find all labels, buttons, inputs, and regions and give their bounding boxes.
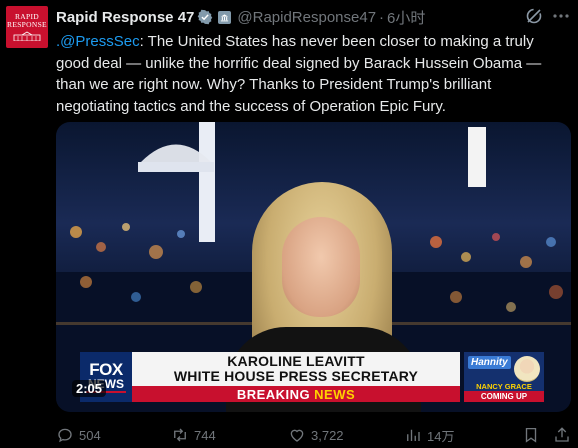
video-player[interactable]: FOX NEWS KAROLINE LEAVITT WHITE HOUSE PR… (56, 122, 571, 412)
more-icon[interactable] (551, 6, 571, 26)
tweet-actions: 504 744 3,722 14万 (56, 424, 571, 446)
news-word: NEWS (314, 386, 356, 402)
repost-button[interactable]: 744 (171, 424, 216, 446)
like-button[interactable]: 3,722 (288, 424, 344, 446)
views-count: 14万 (427, 428, 455, 444)
breaking-news-banner: BREAKING NEWS (132, 386, 460, 402)
views-button[interactable]: 14万 (404, 424, 454, 446)
grok-icon[interactable] (524, 6, 544, 26)
repost-count: 744 (194, 427, 216, 443)
like-icon (290, 429, 304, 442)
video-timestamp: 2:05 (72, 380, 107, 397)
fox-logo-text: FOX (89, 359, 123, 379)
reply-icon (58, 428, 72, 443)
share-button[interactable] (553, 424, 571, 446)
government-affiliation-icon[interactable] (218, 10, 232, 24)
lower-third: FOX NEWS KAROLINE LEAVITT WHITE HOUSE PR… (80, 352, 546, 402)
like-count: 3,722 (311, 427, 344, 443)
avatar[interactable]: RAPID RESPONSE (6, 6, 48, 48)
speaker-title: WHITE HOUSE PRESS SECRETARY (173, 368, 419, 384)
avatar-text-response: RESPONSE (7, 20, 47, 29)
share-icon (555, 427, 569, 442)
reply-button[interactable]: 504 (56, 424, 101, 446)
promo-box: Hannity NANCY GRACE COMING UP (464, 352, 544, 402)
speaker-name: KAROLINE LEAVITT (227, 353, 365, 369)
tweet-header: Rapid Response 47 @RapidResponse47 · 6小时 (56, 6, 578, 28)
separator-dot: · (379, 8, 385, 26)
anchor-face (282, 217, 360, 317)
promo-host: NANCY GRACE (476, 382, 532, 391)
breaking-word: BREAKING (236, 386, 311, 402)
author-handle[interactable]: @RapidResponse47 (237, 9, 376, 26)
author-name[interactable]: Rapid Response 47 (56, 9, 194, 26)
bookmark-button[interactable] (522, 424, 540, 446)
promo-tag: COMING UP (464, 391, 544, 402)
promo-show: Hannity (468, 356, 511, 369)
views-icon (407, 429, 420, 441)
tweet-text: .@PressSec: The United States has never … (56, 31, 566, 117)
tweet-time[interactable]: 6小时 (387, 7, 425, 28)
repost-icon (174, 428, 186, 442)
reply-count: 504 (79, 427, 101, 443)
white-house-icon (13, 31, 41, 41)
nameplate: KAROLINE LEAVITT WHITE HOUSE PRESS SECRE… (132, 352, 460, 386)
bookmark-icon (525, 427, 537, 443)
verified-badge-icon[interactable] (197, 9, 213, 25)
mention-link[interactable]: .@PressSec (56, 33, 140, 50)
promo-host-image (514, 356, 540, 382)
